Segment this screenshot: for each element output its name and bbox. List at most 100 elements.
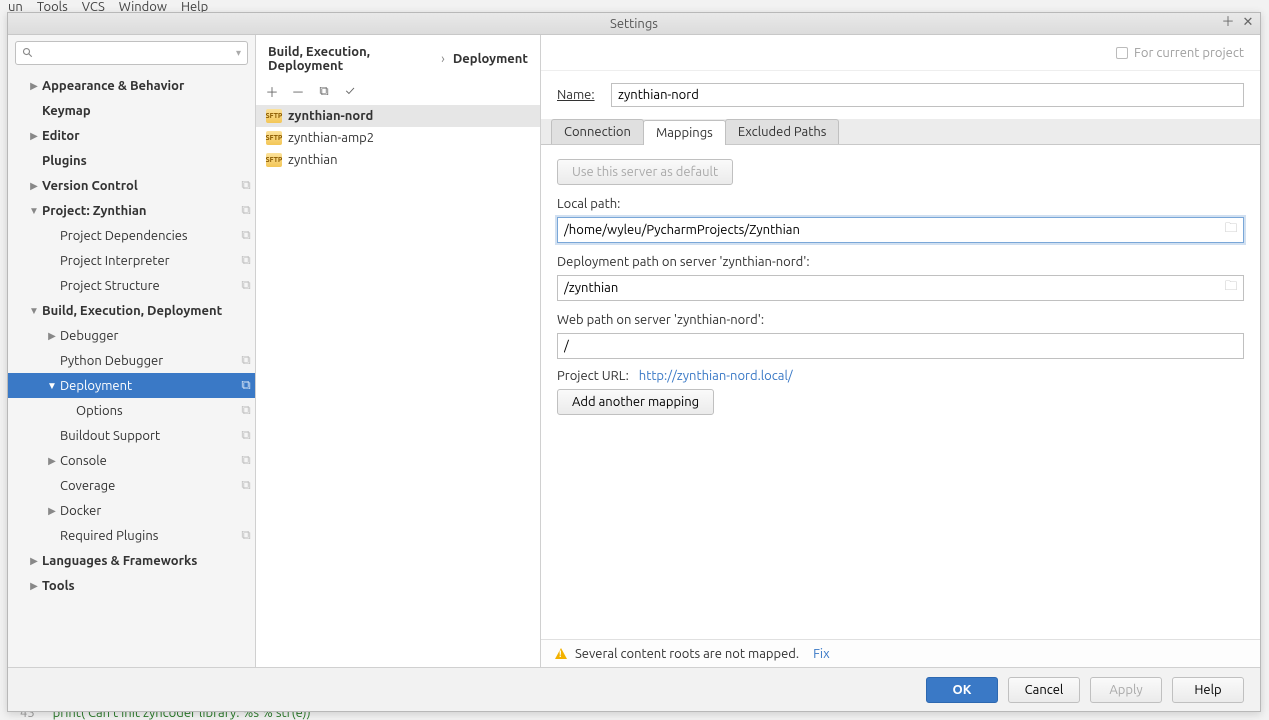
expand-arrow-icon: ▶ xyxy=(26,80,42,92)
project-url-link[interactable]: http://zynthian-nord.local/ xyxy=(639,369,793,383)
sidebar-item-label: Keymap xyxy=(42,104,255,118)
settings-tree[interactable]: ▶Appearance & BehaviorKeymap▶EditorPlugi… xyxy=(8,71,255,667)
expand-arrow-icon: ▶ xyxy=(44,330,60,342)
web-path-input-wrap[interactable] xyxy=(557,333,1244,359)
name-label: Name: xyxy=(557,88,601,102)
help-button[interactable]: Help xyxy=(1172,677,1244,703)
deployment-server-column: Build, Execution, Deployment › Deploymen… xyxy=(256,35,541,667)
deployment-path-label: Deployment path on server 'zynthian-nord… xyxy=(557,255,1244,269)
use-as-default-button[interactable]: Use this server as default xyxy=(557,159,733,185)
remove-icon[interactable]: － xyxy=(290,82,306,101)
folder-icon[interactable]: 🗀 xyxy=(1219,277,1243,299)
check-icon[interactable]: ✓ xyxy=(342,84,358,98)
detail-tabs[interactable]: ConnectionMappingsExcluded Paths xyxy=(541,119,1260,145)
server-item-label: zynthian xyxy=(288,153,338,167)
search-input[interactable] xyxy=(38,47,236,60)
tab-connection[interactable]: Connection xyxy=(551,119,644,144)
expand-arrow-icon: ▶ xyxy=(26,555,42,567)
sidebar-item-label: Project Dependencies xyxy=(60,229,237,243)
sidebar-item-project-zynthian[interactable]: ▼Project: Zynthian⧉ xyxy=(8,198,255,223)
sidebar-item-coverage[interactable]: Coverage⧉ xyxy=(8,473,255,498)
web-path-input[interactable] xyxy=(558,334,1243,358)
settings-dialog: Settings ＋ ✕ ▾ ▶Appearance & BehaviorKey… xyxy=(7,12,1261,712)
server-name-input[interactable] xyxy=(611,83,1244,107)
sidebar-item-label: Plugins xyxy=(42,154,255,168)
sidebar-item-label: Debugger xyxy=(60,329,255,343)
add-icon[interactable]: ＋ xyxy=(264,82,280,101)
breadcrumb-part: Deployment xyxy=(453,52,528,66)
web-path-label: Web path on server 'zynthian-nord': xyxy=(557,313,1244,327)
project-scope-icon: ⧉ xyxy=(237,202,255,220)
sidebar-item-appearance-behavior[interactable]: ▶Appearance & Behavior xyxy=(8,73,255,98)
fix-link[interactable]: Fix xyxy=(813,647,830,661)
sidebar-item-languages-frameworks[interactable]: ▶Languages & Frameworks xyxy=(8,548,255,573)
sidebar-item-label: Docker xyxy=(60,504,255,518)
deployment-path-input-wrap[interactable]: 🗀 xyxy=(557,275,1244,301)
warning-bar: Several content roots are not mapped. Fi… xyxy=(541,639,1260,667)
deployment-path-input[interactable] xyxy=(558,276,1219,300)
sidebar-item-label: Deployment xyxy=(60,379,237,393)
sidebar-item-project-dependencies[interactable]: Project Dependencies⧉ xyxy=(8,223,255,248)
project-scope-icon: ⧉ xyxy=(237,252,255,270)
project-scope-icon xyxy=(1116,47,1128,59)
sftp-icon: SFTP xyxy=(266,109,282,123)
sidebar-item-keymap[interactable]: Keymap xyxy=(8,98,255,123)
project-scope-icon: ⧉ xyxy=(237,377,255,395)
local-path-input-wrap[interactable]: 🗀 xyxy=(557,217,1244,243)
sidebar-item-buildout-support[interactable]: Buildout Support⧉ xyxy=(8,423,255,448)
sidebar-item-debugger[interactable]: ▶Debugger xyxy=(8,323,255,348)
sidebar-item-editor[interactable]: ▶Editor xyxy=(8,123,255,148)
expand-arrow-icon: ▶ xyxy=(26,130,42,142)
tab-mappings[interactable]: Mappings xyxy=(643,120,726,145)
sidebar-item-project-structure[interactable]: Project Structure⧉ xyxy=(8,273,255,298)
minimize-icon[interactable]: ＋ xyxy=(1220,15,1236,31)
expand-arrow-icon: ▶ xyxy=(44,455,60,467)
apply-button[interactable]: Apply xyxy=(1090,677,1162,703)
sidebar-item-version-control[interactable]: ▶Version Control⧉ xyxy=(8,173,255,198)
sidebar-item-docker[interactable]: ▶Docker xyxy=(8,498,255,523)
server-item-zynthian[interactable]: SFTPzynthian xyxy=(256,149,540,171)
sidebar-item-deployment[interactable]: ▼Deployment⧉ xyxy=(8,373,255,398)
tab-excluded-paths[interactable]: Excluded Paths xyxy=(725,119,840,144)
ok-button[interactable]: OK xyxy=(926,677,998,703)
expand-arrow-icon: ▼ xyxy=(44,380,60,392)
sidebar-item-label: Coverage xyxy=(60,479,237,493)
local-path-label: Local path: xyxy=(557,197,1244,211)
project-scope-icon: ⧉ xyxy=(237,527,255,545)
sidebar-item-label: Buildout Support xyxy=(60,429,237,443)
window-title: Settings xyxy=(610,17,658,31)
sidebar-item-required-plugins[interactable]: Required Plugins⧉ xyxy=(8,523,255,548)
sidebar-item-plugins[interactable]: Plugins xyxy=(8,148,255,173)
sidebar-item-options[interactable]: Options⧉ xyxy=(8,398,255,423)
titlebar[interactable]: Settings ＋ ✕ xyxy=(8,13,1260,35)
sidebar-item-label: Languages & Frameworks xyxy=(42,554,255,568)
server-item-zynthian-nord[interactable]: SFTP zynthian-nord xyxy=(256,105,540,127)
folder-icon[interactable]: 🗀 xyxy=(1219,219,1243,241)
search-icon xyxy=(22,47,34,59)
cancel-button[interactable]: Cancel xyxy=(1008,677,1080,703)
server-item-label: zynthian-nord xyxy=(288,109,373,123)
sidebar-item-tools[interactable]: ▶Tools xyxy=(8,573,255,598)
sidebar-item-build-execution-deployment[interactable]: ▼Build, Execution, Deployment xyxy=(8,298,255,323)
sidebar-item-label: Version Control xyxy=(42,179,237,193)
search-input-wrap[interactable]: ▾ xyxy=(15,41,248,65)
copy-icon[interactable]: ⧉ xyxy=(316,84,332,99)
server-list[interactable]: SFTPzynthian-nordSFTPzynthian-amp2SFTPzy… xyxy=(256,105,540,667)
expand-arrow-icon: ▼ xyxy=(26,305,42,317)
sidebar-item-python-debugger[interactable]: Python Debugger⧉ xyxy=(8,348,255,373)
add-mapping-button[interactable]: Add another mapping xyxy=(557,389,714,415)
dialog-footer: OK Cancel Apply Help xyxy=(8,667,1260,711)
warning-text: Several content roots are not mapped. xyxy=(575,647,799,661)
sidebar-item-console[interactable]: ▶Console⧉ xyxy=(8,448,255,473)
sidebar-item-label: Project: Zynthian xyxy=(42,204,237,218)
project-scope-hint: For current project xyxy=(541,35,1260,71)
sidebar-item-label: Editor xyxy=(42,129,255,143)
server-item-zynthian-amp2[interactable]: SFTPzynthian-amp2 xyxy=(256,127,540,149)
sidebar-item-project-interpreter[interactable]: Project Interpreter⧉ xyxy=(8,248,255,273)
close-icon[interactable]: ✕ xyxy=(1240,15,1256,31)
chevron-down-icon[interactable]: ▾ xyxy=(236,47,241,59)
local-path-input[interactable] xyxy=(558,218,1219,242)
sidebar-item-label: Appearance & Behavior xyxy=(42,79,255,93)
sidebar-item-label: Build, Execution, Deployment xyxy=(42,304,255,318)
sftp-icon: SFTP xyxy=(266,131,282,145)
